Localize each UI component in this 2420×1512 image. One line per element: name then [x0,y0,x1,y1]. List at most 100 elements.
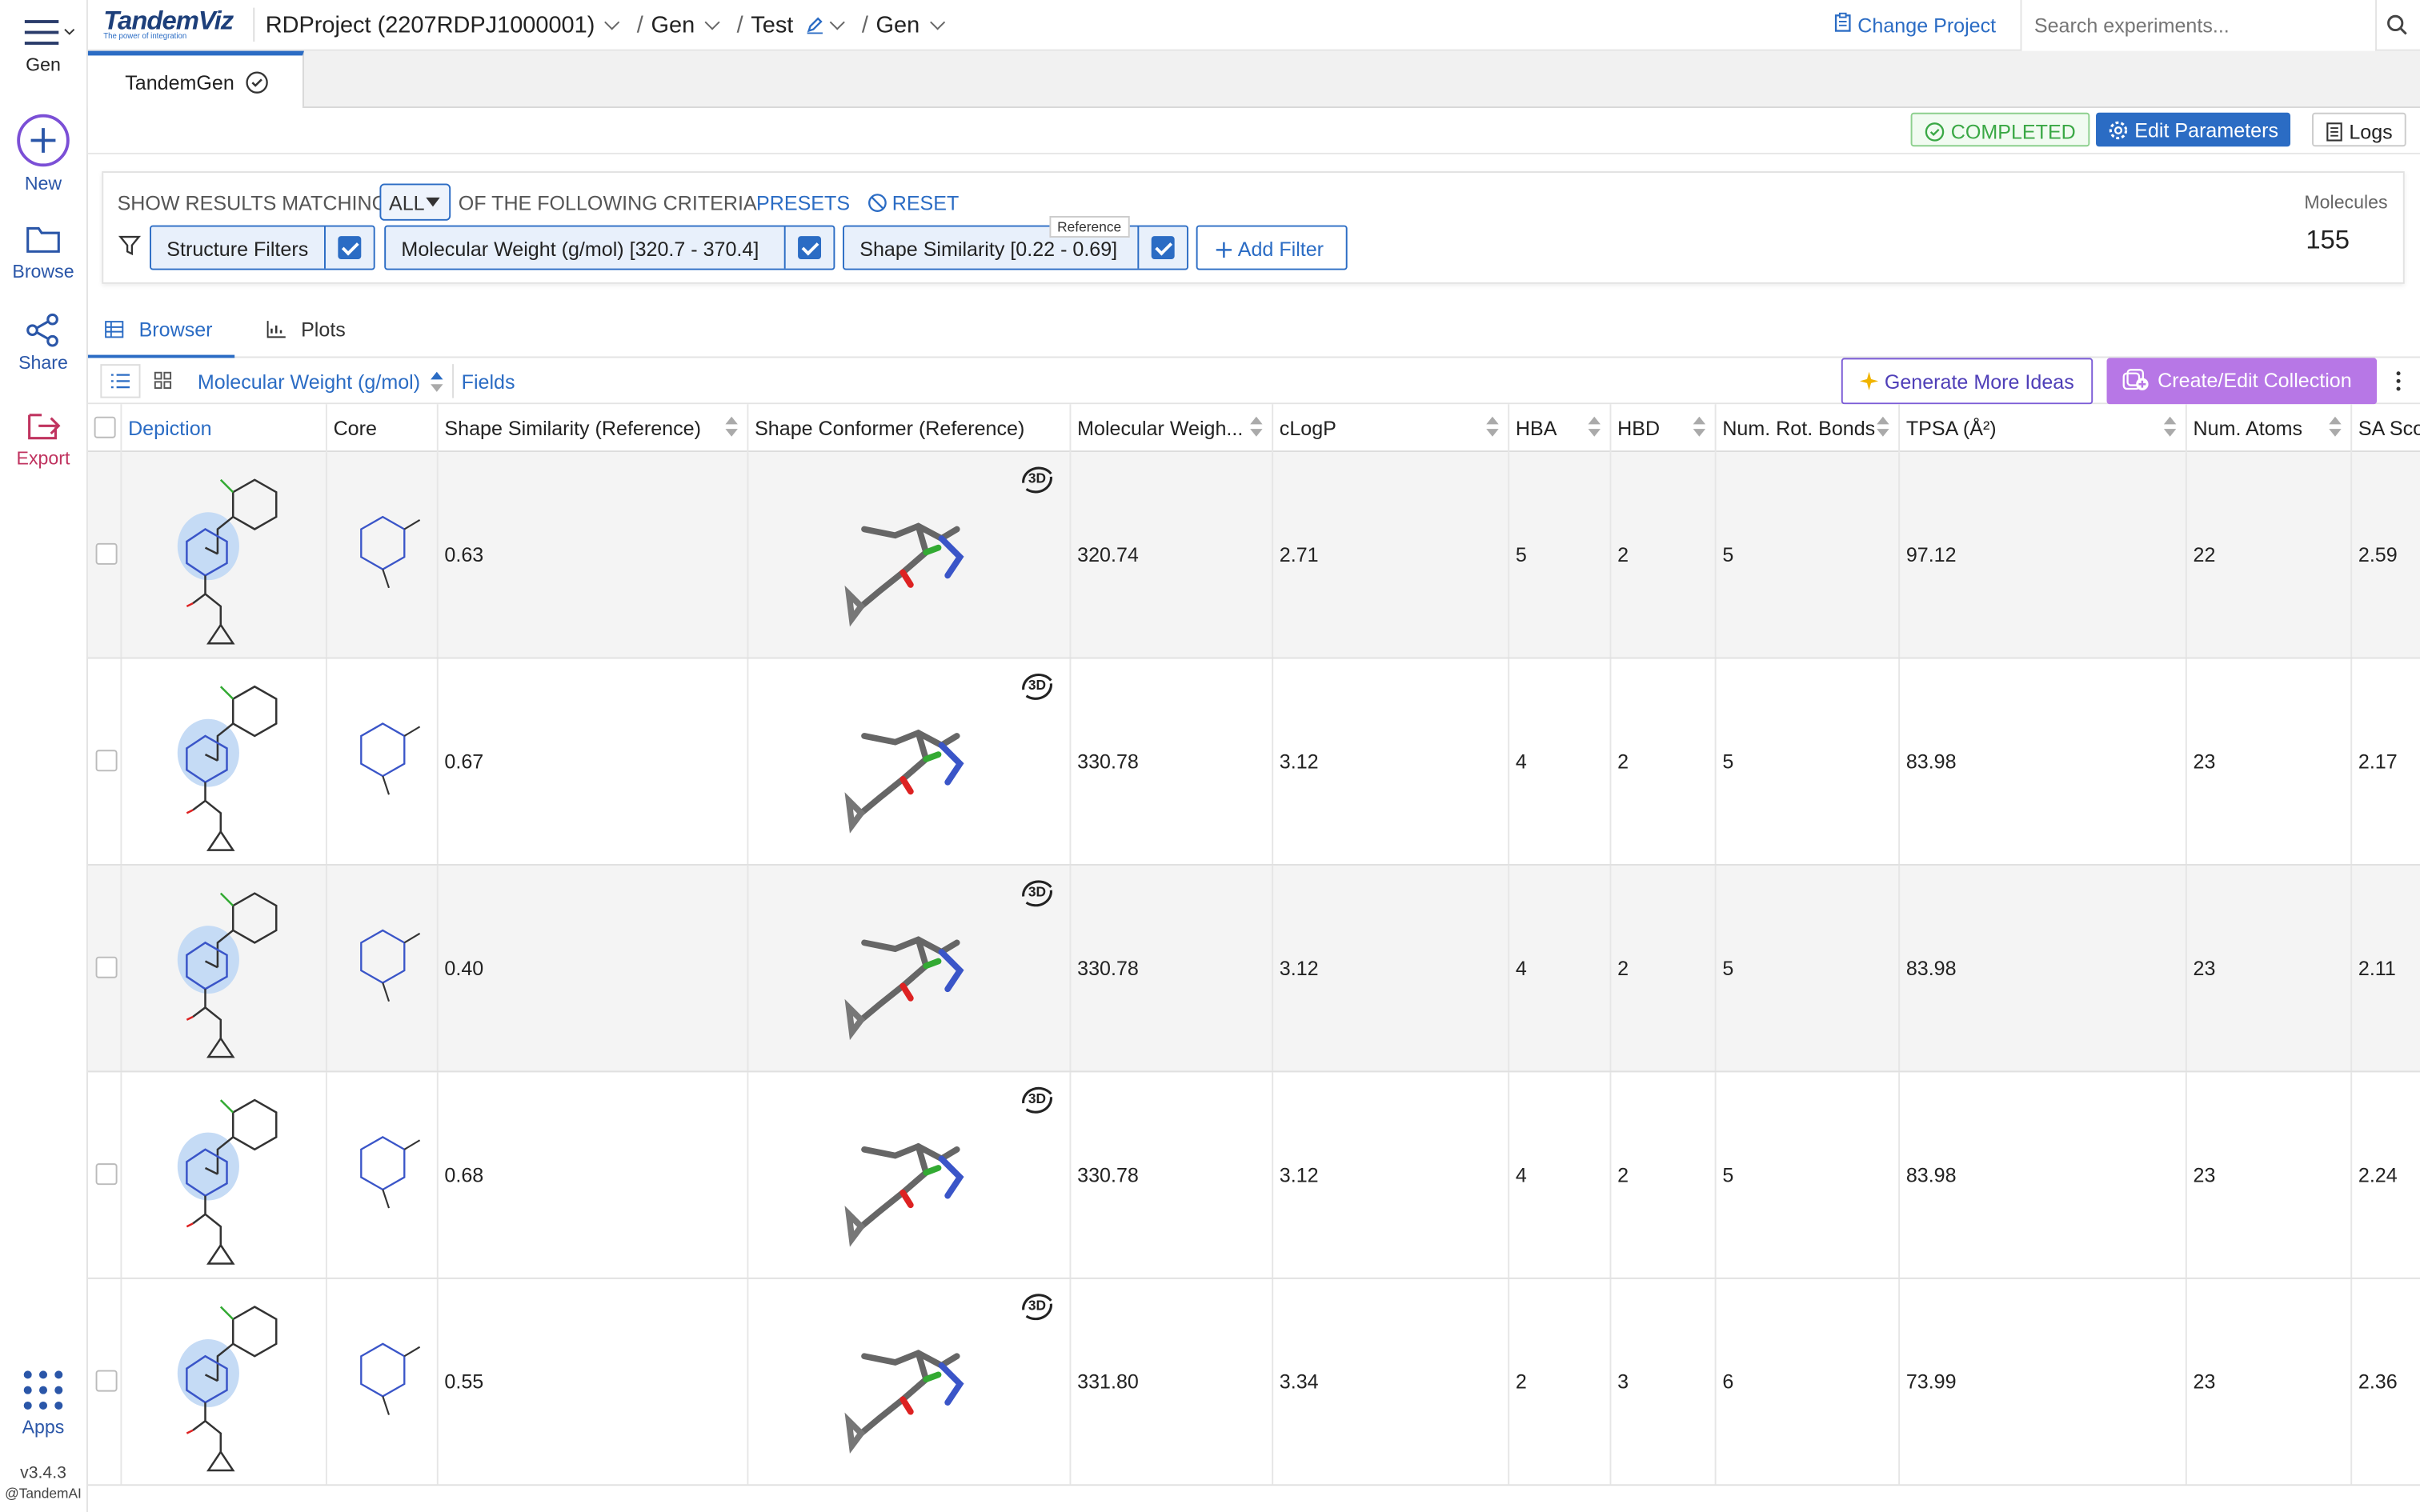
table-row[interactable]: 3D 0.67 330.78 3.12 4 2 5 83.98 23 2.17 [87,658,2420,866]
nav-new-button[interactable]: New [0,113,86,194]
cell-depiction[interactable] [122,1278,327,1485]
sort-icon[interactable] [1486,416,1499,438]
table-row[interactable]: 3D 0.63 320.74 2.71 5 2 5 97.12 22 2.59 [87,452,2420,659]
cell-depiction[interactable] [122,658,327,865]
column-header-core[interactable]: Core [327,404,439,453]
nav-export-label: Export [16,447,70,470]
grid-view-button[interactable] [143,364,183,398]
sort-icon[interactable] [1877,416,1889,438]
3d-rotate-icon[interactable]: 3D [1017,1288,1057,1325]
fields-button[interactable]: Fields [462,370,515,394]
sort-icon[interactable] [1693,416,1706,438]
nav-apps-button[interactable]: Apps [0,1369,86,1438]
sort-icon[interactable] [1588,416,1601,438]
column-header-clogp[interactable]: cLogP [1273,404,1510,453]
column-header-label: Depiction [128,416,212,440]
generate-more-ideas-button[interactable]: Generate More Ideas [1841,358,2093,405]
chevron-down-icon[interactable] [605,14,621,30]
chevron-down-icon[interactable] [830,14,846,30]
nav-browse-button[interactable]: Browse [0,222,86,282]
logs-button[interactable]: Logs [2312,112,2407,147]
edit-parameters-button[interactable]: Edit Parameters [2096,112,2291,147]
presets-link[interactable]: PRESETS [756,191,850,214]
cell-depiction[interactable] [122,452,327,658]
column-header-hba[interactable]: HBA [1509,404,1612,453]
chart-icon [266,321,286,338]
menu-button[interactable]: Gen [0,15,86,76]
molecule-depiction-icon [177,478,278,645]
sort-field-select[interactable]: Molecular Weight (g/mol) [198,370,443,394]
3d-rotate-icon[interactable]: 3D [1017,668,1057,705]
row-checkbox[interactable] [95,1370,118,1392]
3d-rotate-icon[interactable]: 3D [1017,875,1057,912]
cell-rot-bonds-value: 5 [1722,956,1734,980]
breadcrumb-test[interactable]: Test [751,12,793,38]
table-row[interactable]: 3D 0.68 330.78 3.12 4 2 5 83.98 23 2.24 [87,1072,2420,1279]
filter-chip-molecular-weight[interactable]: Molecular Weight (g/mol) [320.7 - 370.4] [384,225,835,270]
chevron-down-icon[interactable] [704,14,720,30]
3d-conformer-icon [844,1350,964,1454]
cell-shape-conformer[interactable]: 3D [748,1072,1072,1278]
column-header-shape-similarity[interactable]: Shape Similarity (Reference) [439,404,749,453]
breadcrumb-gen[interactable]: Gen [651,12,695,38]
sort-icon[interactable] [2329,416,2342,438]
cell-shape-similarity: 0.63 [439,452,749,658]
filter-chip-checkbox[interactable] [783,226,834,269]
column-header-shape-conformer[interactable]: Shape Conformer (Reference) [748,404,1072,453]
column-header-molecular-weight[interactable]: Molecular Weigh... [1071,404,1274,453]
list-view-button[interactable] [100,364,141,398]
cell-shape-conformer[interactable]: 3D [748,865,1072,1071]
nav-share-button[interactable]: Share [0,313,86,374]
filter-chip-checkbox[interactable] [1137,226,1187,269]
cell-shape-conformer[interactable]: 3D [748,1278,1072,1485]
tandemviz-logo[interactable]: TandemViz The power of integration [103,6,242,43]
filter-chip-structure[interactable]: Structure Filters [150,225,375,270]
change-project-button[interactable]: Change Project [1833,12,1996,37]
column-header-rot-bonds[interactable]: Num. Rot. Bonds [1717,404,1901,453]
column-header-depiction[interactable]: Depiction [122,404,327,453]
reset-button[interactable]: RESET [867,191,959,214]
sort-icon[interactable] [725,416,738,438]
cell-depiction[interactable] [122,1072,327,1278]
cell-shape-similarity: 0.68 [439,1072,749,1278]
row-checkbox[interactable] [95,750,118,772]
table-row[interactable]: 3D 0.40 330.78 3.12 4 2 5 83.98 23 2.11 [87,865,2420,1073]
select-all-checkbox[interactable] [94,416,116,438]
cell-shape-conformer[interactable]: 3D [748,452,1072,658]
row-checkbox[interactable] [95,1163,118,1186]
filter-chip-checkbox[interactable] [324,226,374,269]
cell-hbd-value: 3 [1617,1370,1629,1394]
column-header-tpsa[interactable]: TPSA (Å²) [1900,404,2187,453]
sort-icon[interactable] [1250,416,1263,438]
filter-chip-shape-similarity[interactable]: Shape Similarity [0.22 - 0.69] [843,225,1189,270]
create-edit-collection-button[interactable]: Create/Edit Collection [2106,358,2378,405]
pencil-icon[interactable] [806,15,824,34]
tab-browser[interactable]: Browser [87,302,235,358]
row-checkbox[interactable] [95,542,118,565]
breadcrumb-gen-2[interactable]: Gen [876,12,920,38]
nav-export-button[interactable]: Export [0,406,86,469]
column-header-num-atoms[interactable]: Num. Atoms [2187,404,2353,453]
cell-depiction[interactable] [122,865,327,1071]
tab-plots[interactable]: Plots [266,318,346,341]
chevron-down-icon[interactable] [929,14,945,30]
cell-tpsa-value: 83.98 [1905,750,1957,774]
more-options-button[interactable] [2385,366,2410,397]
cell-core [327,452,439,658]
cell-shape-conformer[interactable]: 3D [748,658,1072,865]
row-checkbox[interactable] [95,956,118,978]
3d-badge-label: 3D [1028,470,1047,486]
column-header-label: Shape Similarity (Reference) [444,416,701,440]
sort-icon[interactable] [2163,416,2177,438]
table-row[interactable]: 3D 0.55 331.80 3.34 2 3 6 73.99 23 2.36 [87,1278,2420,1486]
tab-tandemgen[interactable]: TandemGen [87,50,304,109]
match-mode-select[interactable]: ALL [379,183,451,221]
column-header-sa-score[interactable]: SA Sco [2352,404,2420,452]
column-header-hbd[interactable]: HBD [1611,404,1717,453]
add-filter-button[interactable]: Add Filter [1196,225,1348,270]
search-experiments-input[interactable] [2020,0,2376,51]
breadcrumb-project[interactable]: RDProject (2207RDPJ1000001) [266,12,595,38]
3d-rotate-icon[interactable]: 3D [1017,1082,1057,1118]
3d-rotate-icon[interactable]: 3D [1017,462,1057,498]
search-button[interactable] [2375,0,2420,51]
